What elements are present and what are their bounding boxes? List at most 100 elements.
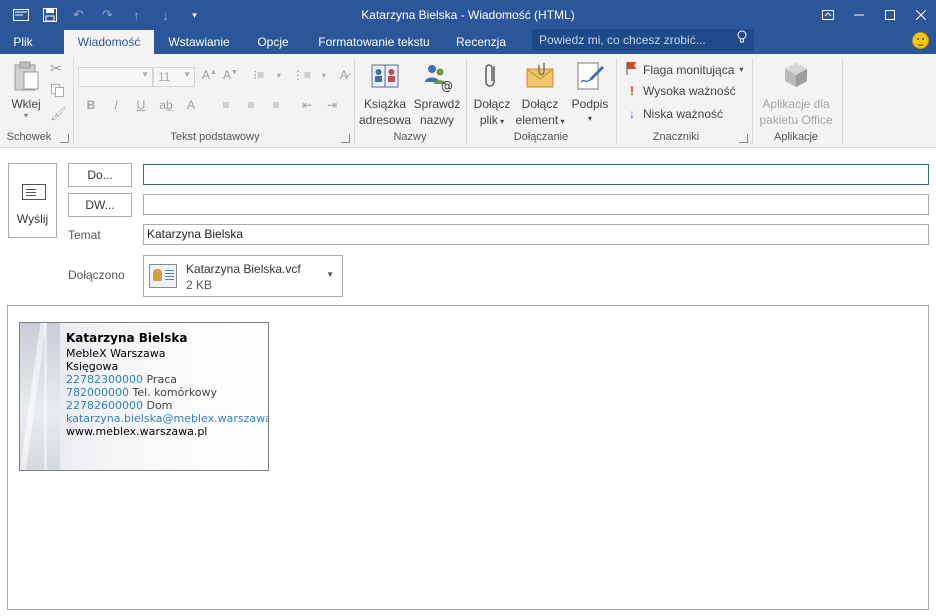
minimize-icon[interactable] xyxy=(843,0,874,30)
group-label-include: Dołączanie xyxy=(513,131,569,143)
office-apps-button[interactable]: Aplikacje dla pakietu Office xyxy=(756,60,836,128)
to-field[interactable] xyxy=(143,164,929,185)
previous-item-icon[interactable]: ↑ xyxy=(122,0,151,30)
low-importance-button[interactable]: ↓ Niska ważność xyxy=(626,107,723,121)
font-size-row: A▲ A▼ ⁝≡ ▾ ⋮≡ ▾ A̷ xyxy=(202,68,351,82)
down-arrow-icon: ↓ xyxy=(629,107,635,121)
check-names-icon: @ xyxy=(421,60,453,93)
basic-text-launcher-icon[interactable] xyxy=(341,134,350,143)
high-importance-button[interactable]: ! Wysoka ważność xyxy=(626,84,736,98)
font-name-combo[interactable]: ▼ xyxy=(78,67,153,87)
address-book-label-2: adresowa xyxy=(358,113,412,127)
paste-label: Wklej xyxy=(11,97,41,111)
decrease-indent-icon[interactable]: ⇤ xyxy=(300,98,314,112)
tab-message[interactable]: Wiadomość xyxy=(64,30,154,55)
paste-dropdown-icon[interactable]: ▾ xyxy=(6,112,46,120)
card-home-phone-row: 22782600000 Dom xyxy=(66,399,172,412)
follow-up-dropdown-icon[interactable]: ▾ xyxy=(739,65,743,74)
customize-qat-icon[interactable]: ▾ xyxy=(180,0,209,30)
follow-up-label: Flaga monitująca xyxy=(643,62,735,77)
maximize-icon[interactable] xyxy=(874,0,905,30)
clear-formatting-icon[interactable]: A̷ xyxy=(337,68,351,82)
highlight-icon[interactable]: ab̲ xyxy=(159,98,173,112)
signature-dropdown-icon[interactable]: ▾ xyxy=(568,112,612,126)
attachment-size: 2 KB xyxy=(186,278,213,292)
font-size-combo[interactable]: 11 ▼ xyxy=(153,67,195,87)
bullets-dropdown-icon[interactable]: ▾ xyxy=(272,71,286,80)
copy-icon[interactable] xyxy=(51,84,64,100)
redo-icon[interactable]: ↷ xyxy=(93,0,122,30)
card-home-phone: 22782600000 xyxy=(66,399,143,412)
exclamation-icon: ! xyxy=(630,84,634,98)
attach-item-button[interactable]: Dołącz element ▾ xyxy=(514,60,566,130)
send-button[interactable]: Wyślij xyxy=(8,163,57,238)
tab-review[interactable]: Recenzja xyxy=(452,30,510,54)
align-left-icon[interactable]: ≡ xyxy=(219,98,233,112)
card-home-label: Dom xyxy=(146,399,173,412)
follow-up-button[interactable]: Flaga monitująca ▾ xyxy=(626,61,743,78)
group-separator xyxy=(842,58,843,144)
tags-launcher-icon[interactable] xyxy=(739,134,748,143)
high-importance-label: Wysoka ważność xyxy=(643,84,736,98)
to-button[interactable]: Do... xyxy=(68,163,132,187)
italic-icon[interactable]: I xyxy=(109,98,123,112)
font-color-icon[interactable]: A xyxy=(184,98,198,112)
tab-format-text[interactable]: Formatowanie tekstu xyxy=(312,30,436,54)
tell-me-search[interactable]: Powiedz mi, co chcesz zrobić... xyxy=(532,29,754,51)
check-names-button[interactable]: @ Sprawdź nazwy xyxy=(412,60,462,128)
bold-icon[interactable]: B xyxy=(84,98,98,112)
attachment-dropdown-icon[interactable]: ▼ xyxy=(326,270,334,279)
office-apps-icon xyxy=(780,60,812,92)
card-mobile-label: Tel. komórkowy xyxy=(132,386,218,399)
undo-icon[interactable]: ↶ xyxy=(64,0,93,30)
cc-field[interactable] xyxy=(143,194,929,215)
ribbon-display-options-icon[interactable] xyxy=(812,0,843,30)
send-envelope-icon xyxy=(22,184,46,200)
check-names-label-1: Sprawdź xyxy=(413,97,461,111)
card-website: www.meblex.warszawa.pl xyxy=(66,425,208,438)
numbering-dropdown-icon[interactable]: ▾ xyxy=(317,71,331,80)
underline-icon[interactable]: U xyxy=(134,98,148,112)
attachment-name: Katarzyna Bielska.vcf xyxy=(186,262,301,276)
tab-options[interactable]: Opcje xyxy=(252,30,294,54)
signature-button[interactable]: Podpis ▾ xyxy=(568,60,612,126)
group-separator xyxy=(752,58,753,144)
subject-field[interactable]: Katarzyna Bielska xyxy=(143,224,929,245)
align-center-icon[interactable]: ≡ xyxy=(244,98,258,112)
attach-file-button[interactable]: Dołącz plik ▾ xyxy=(470,60,514,130)
group-separator xyxy=(354,58,355,144)
card-mobile-phone-row: 782000000 Tel. komórkowy xyxy=(66,386,217,399)
attached-label: Dołączono xyxy=(68,268,125,282)
address-book-button[interactable]: Książka adresowa xyxy=(358,60,412,128)
tab-file[interactable]: Plik xyxy=(8,30,38,54)
paperclip-icon xyxy=(476,60,508,92)
flag-icon xyxy=(626,61,638,78)
increase-indent-icon[interactable]: ⇥ xyxy=(325,98,339,112)
save-icon[interactable] xyxy=(35,0,64,30)
feedback-smiley-icon[interactable] xyxy=(912,32,929,49)
low-importance-label: Niska ważność xyxy=(643,107,724,121)
group-separator xyxy=(466,58,467,144)
quick-access-toolbar: ↶ ↷ ↑ ↓ ▾ xyxy=(6,0,209,30)
paste-button[interactable]: Wklej ▾ xyxy=(6,60,46,120)
attach-file-label-2: plik ▾ xyxy=(479,113,505,127)
clipboard-launcher-icon[interactable] xyxy=(60,134,69,143)
numbering-icon[interactable]: ⋮≡ xyxy=(292,68,311,82)
app-menu-icon[interactable] xyxy=(6,0,35,30)
grow-font-icon[interactable]: A▲ xyxy=(202,68,217,82)
align-right-icon[interactable]: ≡ xyxy=(269,98,283,112)
cut-icon[interactable]: ✂ xyxy=(50,60,62,77)
shrink-font-icon[interactable]: A▼ xyxy=(223,68,238,82)
close-icon[interactable] xyxy=(905,0,936,30)
font-style-row: B I U ab̲ A ≡ ≡ ≡ ⇤ ⇥ xyxy=(84,98,339,112)
bullets-icon[interactable]: ⁝≡ xyxy=(252,68,266,82)
cc-button[interactable]: DW... xyxy=(68,193,132,217)
vcard-file-icon xyxy=(149,264,177,288)
next-item-icon[interactable]: ↓ xyxy=(151,0,180,30)
group-separator xyxy=(616,58,617,144)
tab-insert[interactable]: Wstawianie xyxy=(164,30,234,54)
format-painter-icon[interactable]: 🖌 xyxy=(50,106,67,122)
card-work-phone-row: 22782300000 Praca xyxy=(66,373,177,386)
subject-label: Temat xyxy=(68,228,101,242)
attachment-item[interactable]: Katarzyna Bielska.vcf 2 KB ▼ xyxy=(143,255,343,297)
